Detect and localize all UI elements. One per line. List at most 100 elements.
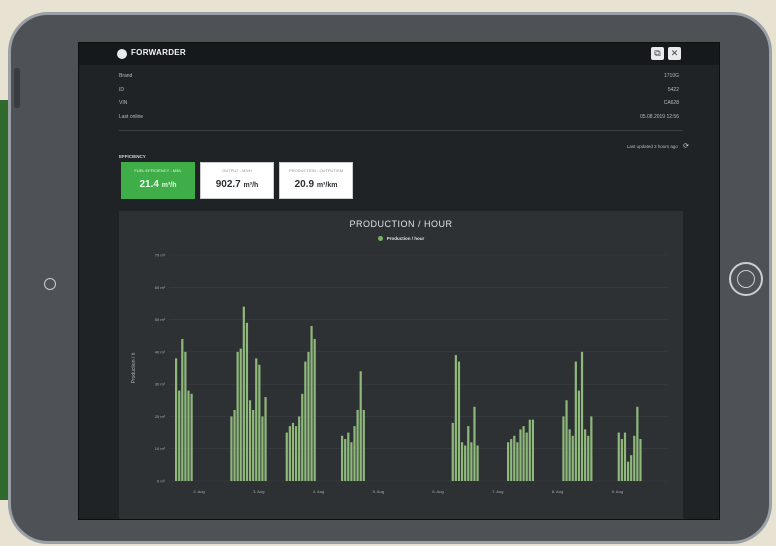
chart-bar[interactable] — [347, 432, 350, 481]
chart-bar[interactable] — [187, 390, 190, 481]
chart-bar[interactable] — [239, 348, 242, 481]
kpi-caption: PRODUCTION - OUTPUT/KM — [289, 168, 343, 173]
chart-bar[interactable] — [587, 435, 590, 481]
chart-bar[interactable] — [510, 439, 513, 481]
chart-bar[interactable] — [513, 435, 516, 481]
chart-bar[interactable] — [178, 390, 181, 481]
x-tick-label: 7. Aug — [492, 489, 503, 494]
chart-bar[interactable] — [304, 361, 307, 481]
chart-bar[interactable] — [245, 322, 249, 481]
home-button[interactable] — [729, 262, 763, 296]
chart-bar[interactable] — [288, 426, 291, 481]
chart-bar[interactable] — [626, 461, 630, 481]
chart-bar[interactable] — [473, 406, 476, 481]
chart-bar[interactable] — [175, 358, 178, 481]
chart-bar[interactable] — [451, 422, 454, 481]
chart-bar[interactable] — [574, 361, 577, 481]
chart-bar[interactable] — [310, 326, 313, 481]
chart-bar[interactable] — [258, 364, 261, 481]
chart-bar[interactable] — [301, 393, 304, 481]
info-row-id: ID 5422 — [119, 87, 679, 95]
chart-bar[interactable] — [233, 409, 236, 481]
chart-bar[interactable] — [568, 429, 571, 481]
y-tick-label: 60 m³ — [155, 285, 166, 290]
info-label: VIN — [119, 100, 128, 106]
production-chart-panel: PRODUCTION / HOUR Production / hour 0 m³… — [119, 211, 683, 519]
chart-bar[interactable] — [460, 442, 464, 481]
chart-bar[interactable] — [623, 432, 627, 481]
restore-icon[interactable]: ⧉ — [651, 47, 664, 60]
info-value: 5422 — [667, 87, 679, 93]
chart-bar[interactable] — [470, 442, 473, 481]
chart-bar[interactable] — [353, 426, 356, 481]
refresh-icon[interactable]: ⟳ — [683, 142, 689, 150]
chart-bar[interactable] — [341, 435, 344, 481]
info-value: CA628 — [663, 100, 679, 106]
chart-bar[interactable] — [255, 358, 258, 481]
chart-bar[interactable] — [344, 439, 347, 481]
chart-bar[interactable] — [350, 442, 353, 481]
chart-bar[interactable] — [584, 429, 587, 481]
chart-bar[interactable] — [464, 445, 467, 481]
chart-bar[interactable] — [261, 416, 264, 481]
chart-bar[interactable] — [184, 351, 187, 481]
chart-bar[interactable] — [525, 432, 528, 481]
chart-bar[interactable] — [291, 422, 295, 481]
chart-bar[interactable] — [476, 445, 479, 481]
chart-bar[interactable] — [630, 455, 633, 481]
chart-bar[interactable] — [359, 371, 362, 481]
chart-bar[interactable] — [457, 361, 461, 481]
app-logo-icon — [117, 49, 127, 59]
chart-bar[interactable] — [620, 439, 623, 481]
chart-bar[interactable] — [571, 435, 574, 481]
kpi-value: 902.7 m³/h — [215, 179, 259, 190]
chart-bar[interactable] — [519, 429, 522, 481]
chart-bar[interactable] — [516, 442, 519, 481]
chart-bar[interactable] — [230, 416, 233, 481]
chart-bar[interactable] — [356, 409, 359, 481]
chart-bar[interactable] — [264, 397, 267, 481]
chart-bar[interactable] — [298, 416, 301, 481]
info-value: 1710G — [663, 73, 679, 79]
chart-bar[interactable] — [577, 390, 581, 481]
chart-bar[interactable] — [617, 432, 620, 481]
chart-bar[interactable] — [565, 400, 568, 481]
chart-bar[interactable] — [528, 419, 531, 481]
divider — [119, 130, 683, 131]
close-icon[interactable]: ✕ — [668, 47, 681, 60]
y-tick-label: 20 m³ — [155, 414, 166, 419]
chart-bar[interactable] — [522, 426, 525, 481]
kpi-card-fuel-efficiency[interactable]: FUEL EFFICIENCY - M3/L 21.4 m³/h — [121, 162, 195, 199]
kpi-card-output[interactable]: OUTPUT - M3/H 902.7 m³/h — [200, 162, 274, 199]
chart-bar[interactable] — [633, 435, 636, 481]
chart-bar[interactable] — [285, 432, 288, 481]
chart-bar[interactable] — [562, 416, 565, 481]
chart-bar[interactable] — [248, 400, 252, 481]
chart-bar[interactable] — [313, 338, 316, 481]
chart-bar[interactable] — [252, 409, 255, 481]
chart-bar[interactable] — [242, 306, 245, 481]
chart-bar[interactable] — [454, 355, 457, 481]
x-tick-label: 4. Aug — [313, 489, 324, 494]
chart-bar[interactable] — [236, 351, 239, 481]
info-label: ID — [119, 87, 124, 93]
chart-bar[interactable] — [580, 351, 584, 481]
kpi-value: 21.4 m³/h — [139, 179, 177, 190]
chart-bar[interactable] — [362, 409, 365, 481]
chart-bar[interactable] — [636, 406, 639, 481]
chart-bar[interactable] — [639, 439, 642, 481]
chart-bar[interactable] — [181, 338, 184, 481]
app-title: FORWARDER — [131, 48, 186, 57]
y-tick-label: 10 m³ — [155, 446, 166, 451]
chart-bar[interactable] — [294, 426, 298, 481]
kpi-card-production-output[interactable]: PRODUCTION - OUTPUT/KM 20.9 m³/km — [279, 162, 353, 199]
x-tick-label: 2. Aug — [193, 489, 204, 494]
chart-bar[interactable] — [467, 426, 470, 481]
chart-bar[interactable] — [507, 442, 510, 481]
y-tick-label: 30 m³ — [155, 382, 166, 387]
chart-bar[interactable] — [307, 351, 310, 481]
chart-bar[interactable] — [590, 416, 593, 481]
last-updated-status: Last updated 2 hours ago ⟳ — [627, 142, 689, 150]
chart-bar[interactable] — [531, 419, 534, 481]
chart-bar[interactable] — [190, 393, 193, 481]
